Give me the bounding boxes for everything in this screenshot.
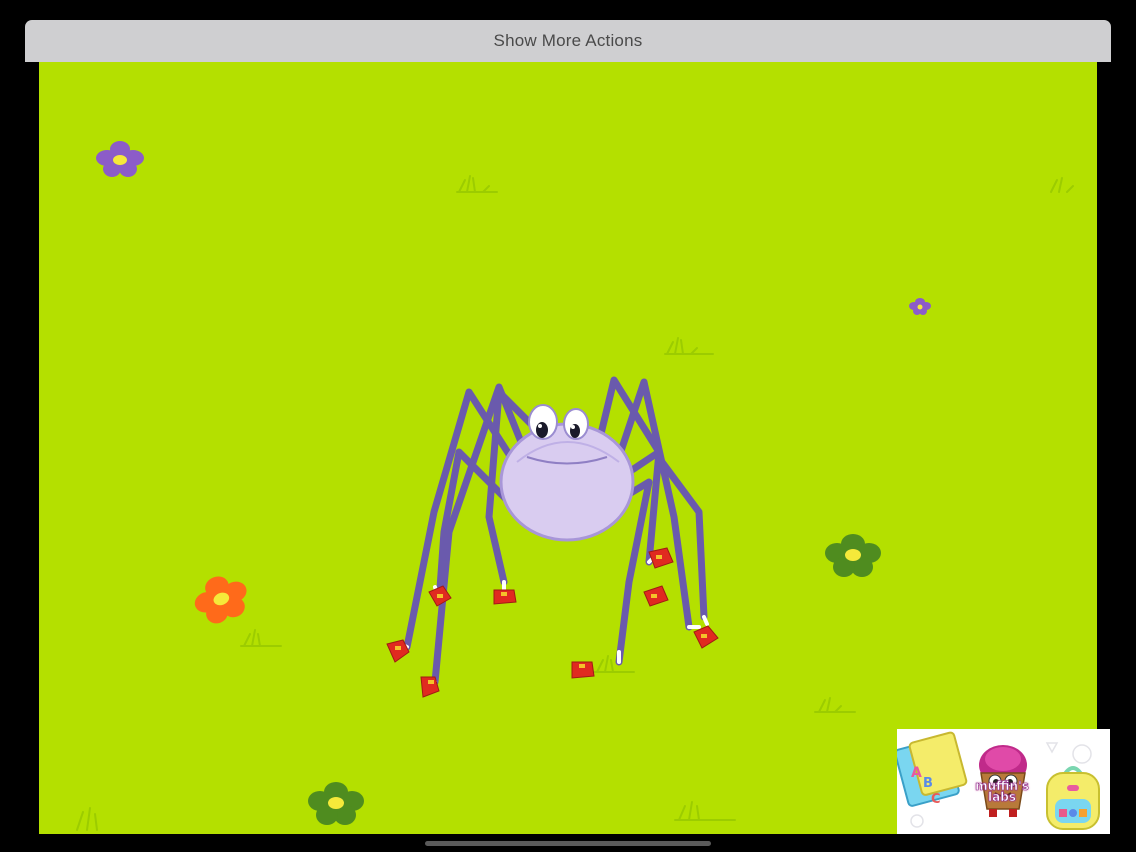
brand-name: muffin's labs [967, 780, 1037, 804]
grass-tuft [593, 655, 635, 673]
grass-tuft [814, 697, 856, 713]
abc-book-icon: A B C [897, 731, 968, 807]
grass-tuft [674, 801, 736, 821]
green-flower-icon [308, 782, 364, 825]
green-flower-icon [825, 534, 881, 577]
small-purple-flower-icon [909, 298, 931, 315]
svg-text:B: B [923, 776, 933, 791]
svg-text:C: C [931, 792, 941, 807]
video-frame [76, 141, 1074, 831]
orange-flower-icon [194, 576, 247, 624]
screen: Show More Actions A B C muffin's labs [0, 0, 1136, 852]
purple-flower-icon [96, 141, 144, 177]
cartoon-spider [386, 376, 719, 698]
show-more-actions-button[interactable]: Show More Actions [25, 20, 1111, 62]
muffins-labs-logo: A B C muffin's labs [897, 729, 1110, 834]
svg-text:A: A [911, 765, 922, 781]
show-more-actions-label: Show More Actions [493, 31, 643, 50]
grass-tuft [1050, 177, 1074, 193]
brand-name-line2: labs [988, 790, 1017, 804]
backpack-icon [1046, 766, 1100, 830]
video-player[interactable] [39, 62, 1097, 834]
grass-tuft [76, 807, 98, 831]
grass-tuft [240, 629, 282, 647]
grass-tuft [664, 337, 714, 355]
home-indicator[interactable] [425, 841, 711, 846]
grass-tuft [456, 175, 498, 193]
